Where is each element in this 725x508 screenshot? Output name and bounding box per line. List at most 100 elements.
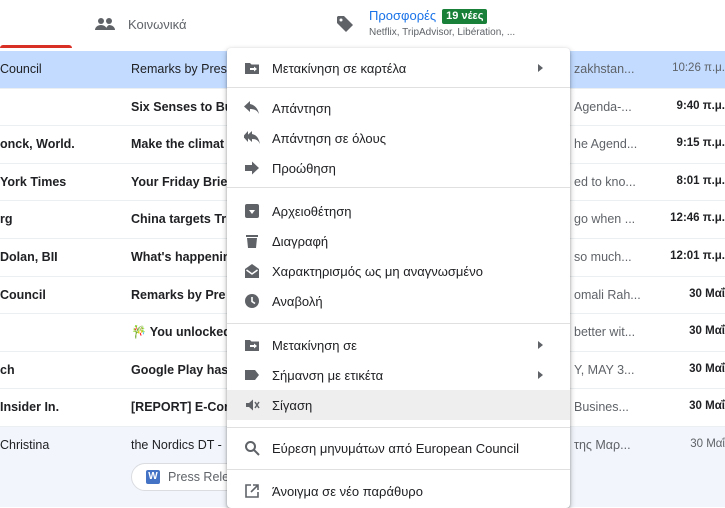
menu-item-forward[interactable]: Προώθηση — [227, 153, 570, 183]
forward-icon — [245, 161, 259, 175]
submenu-arrow-icon — [538, 341, 543, 349]
email-subject: Your Friday Brie — [131, 174, 227, 189]
email-snippet: omali Rah... — [574, 287, 641, 302]
menu-item-find-messages[interactable]: Εύρεση μηνυμάτων από European Council — [227, 433, 570, 463]
email-time: 30 Μαΐ — [689, 400, 725, 413]
search-icon — [245, 441, 260, 456]
tab-social-label: Κοινωνικά — [128, 16, 187, 32]
menu-divider — [227, 427, 570, 428]
reply-all-icon — [244, 131, 260, 144]
email-sender: Christina — [0, 437, 50, 452]
submenu-arrow-icon — [538, 371, 543, 379]
submenu-arrow-icon — [538, 64, 543, 72]
menu-item-label: Προώθηση — [272, 160, 336, 176]
new-count-badge: 19 νέες — [442, 8, 488, 24]
context-menu: Μετακίνηση σε καρτέλα Απάντηση Απάντηση … — [227, 48, 570, 508]
email-time: 12:46 π.μ. — [670, 212, 725, 225]
mark-unread-icon — [245, 264, 259, 278]
menu-item-label: Άνοιγμα σε νέο παράθυρο — [272, 483, 423, 499]
mute-icon — [246, 399, 260, 411]
menu-item-label: Αναβολή — [272, 293, 323, 309]
menu-divider — [227, 323, 570, 324]
menu-item-move-to[interactable]: Μετακίνηση σε — [227, 330, 570, 360]
menu-item-reply-all[interactable]: Απάντηση σε όλους — [227, 123, 570, 153]
email-subject: China targets Tr — [131, 212, 227, 227]
email-subject: [REPORT] E-Con — [131, 400, 227, 415]
tab-social[interactable]: Κοινωνικά — [94, 0, 187, 48]
menu-divider — [227, 469, 570, 470]
people-icon — [95, 18, 115, 30]
email-snippet: Busines... — [574, 400, 629, 415]
email-sender: Insider In. — [0, 400, 60, 415]
email-sender: Dolan, BII — [0, 249, 58, 264]
email-subject: the Nordics DT - — [131, 437, 222, 452]
menu-item-label: Εύρεση μηνυμάτων από European Council — [272, 440, 520, 456]
menu-item-label-as[interactable]: Σήμανση με ετικέτα — [227, 360, 570, 390]
menu-divider — [227, 87, 570, 88]
email-time: 9:40 π.μ. — [676, 99, 725, 112]
label-icon — [245, 370, 259, 380]
attachment-name: Press Rele — [168, 469, 230, 484]
email-snippet: so much... — [574, 249, 632, 264]
menu-item-label: Σήμανση με ετικέτα — [272, 367, 384, 383]
menu-item-delete[interactable]: Διαγραφή — [227, 226, 570, 256]
tab-promotions[interactable]: Προσφορές 19 νέες Netflix, TripAdvisor, … — [336, 0, 515, 48]
menu-item-label: Μετακίνηση σε — [272, 337, 357, 353]
email-time: 9:15 π.μ. — [676, 137, 725, 150]
email-snippet: της Μαρ... — [574, 437, 631, 452]
email-subject: Remarks by Pres — [131, 62, 227, 76]
menu-item-mute[interactable]: Σίγαση — [227, 390, 570, 420]
menu-item-label: Αρχειοθέτηση — [272, 203, 352, 219]
email-subject: Six Senses to Bu — [131, 99, 227, 114]
menu-item-label: Μετακίνηση σε καρτέλα — [272, 60, 407, 76]
menu-item-label: Διαγραφή — [272, 233, 329, 249]
menu-item-mark-unread[interactable]: Χαρακτηρισμός ως μη αναγνωσμένο — [227, 256, 570, 286]
email-time: 10:26 π.μ. — [672, 62, 725, 74]
email-subject: What's happenin — [131, 249, 227, 264]
email-snippet: better wit... — [574, 325, 636, 340]
email-sender: York Times — [0, 174, 67, 189]
email-subject: 🎋 You unlocked — [131, 325, 227, 340]
delete-icon — [246, 235, 258, 248]
menu-item-label: Σίγαση — [272, 397, 313, 413]
email-sender: Council — [0, 287, 46, 302]
email-snippet: Y, MAY 3... — [574, 362, 635, 377]
menu-item-reply[interactable]: Απάντηση — [227, 93, 570, 123]
tab-promotions-label: Προσφορές — [369, 8, 437, 23]
menu-divider — [227, 187, 570, 188]
active-tab-indicator — [0, 45, 72, 48]
tab-promotions-senders: Netflix, TripAdvisor, Libération, ... — [369, 27, 516, 38]
move-to-tab-icon — [245, 63, 259, 74]
open-in-new-icon — [245, 484, 259, 498]
email-sender: ch — [0, 362, 15, 377]
email-time: 8:01 π.μ. — [676, 174, 725, 187]
menu-item-archive[interactable]: Αρχειοθέτηση — [227, 196, 570, 226]
menu-item-label: Χαρακτηρισμός ως μη αναγνωσμένο — [272, 263, 483, 279]
menu-item-move-to-tab[interactable]: Μετακίνηση σε καρτέλα — [227, 53, 570, 83]
snooze-icon — [245, 294, 259, 308]
email-snippet: he Agend... — [574, 137, 638, 152]
email-sender: rg — [0, 212, 13, 227]
menu-item-label: Απάντηση — [272, 100, 332, 116]
email-time: 30 Μαΐ — [689, 287, 725, 300]
email-sender: onck, World. — [0, 137, 75, 152]
archive-icon — [245, 204, 259, 218]
menu-item-open-new-window[interactable]: Άνοιγμα σε νέο παράθυρο — [227, 476, 570, 506]
menu-item-snooze[interactable]: Αναβολή — [227, 286, 570, 316]
move-to-icon — [245, 340, 259, 351]
email-time: 30 Μαΐ — [690, 437, 725, 450]
email-subject: Google Play has — [131, 362, 227, 377]
email-snippet: Agenda-... — [574, 99, 632, 114]
category-tabs: Κοινωνικά Προσφορές 19 νέες Netflix, Tri… — [0, 0, 725, 48]
reply-icon — [244, 101, 259, 114]
email-subject: Make the climat — [131, 137, 225, 152]
email-time: 30 Μαΐ — [689, 325, 725, 338]
email-snippet: ed to kno... — [574, 174, 636, 189]
email-snippet: zakhstan... — [574, 62, 635, 76]
word-document-icon: W — [146, 469, 160, 484]
email-snippet: go when ... — [574, 212, 636, 227]
email-sender: Council — [0, 62, 42, 76]
email-time: 12:01 π.μ. — [670, 249, 725, 262]
email-subject: Remarks by Pre — [131, 287, 226, 302]
menu-item-label: Απάντηση σε όλους — [272, 130, 387, 146]
